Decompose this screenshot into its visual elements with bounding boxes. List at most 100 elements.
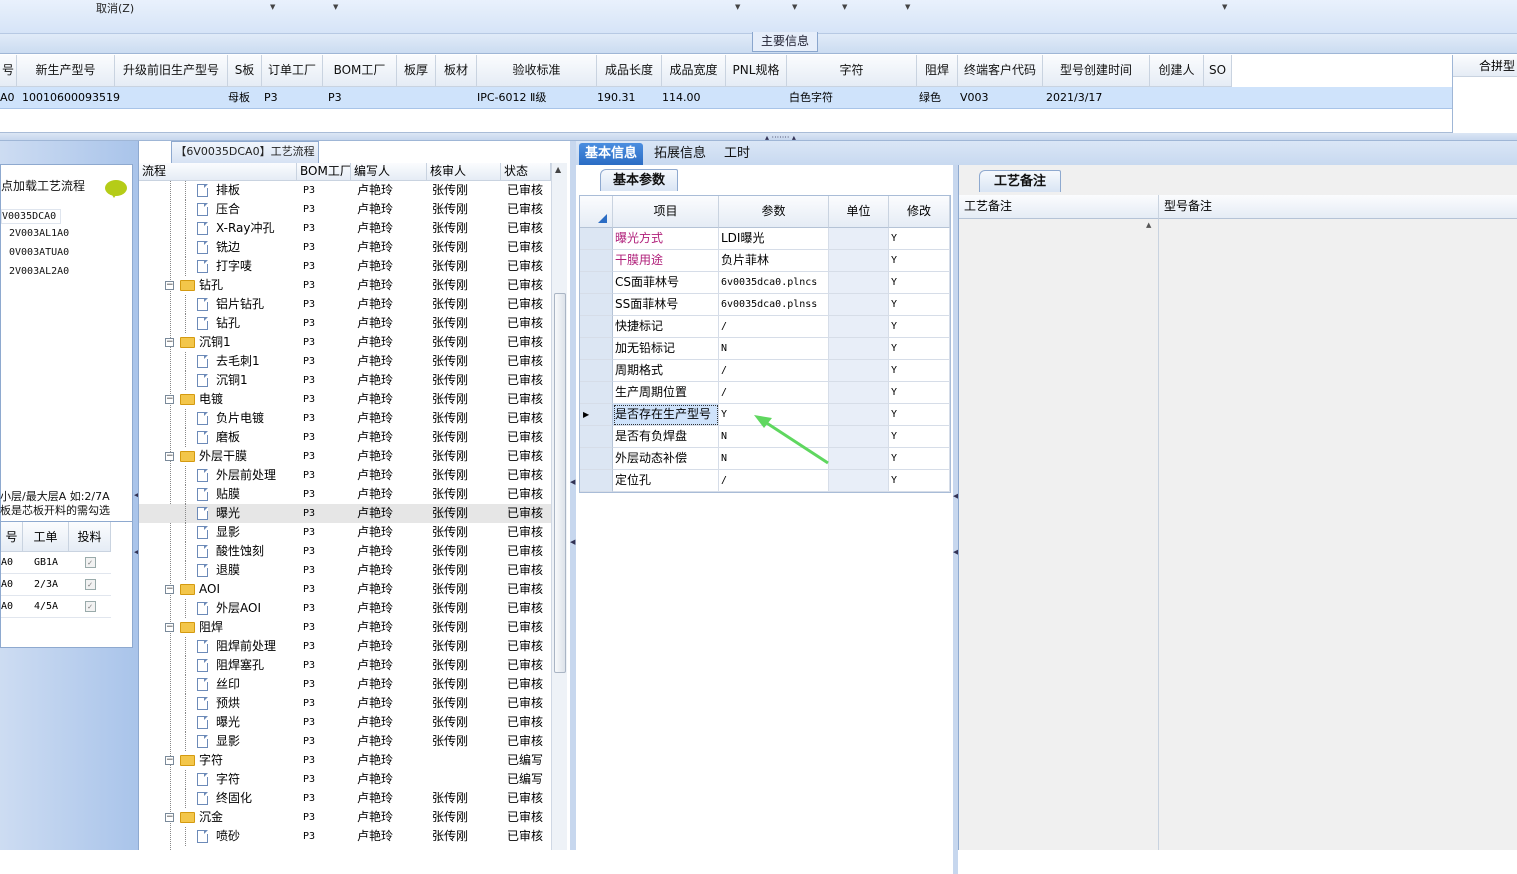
process-name[interactable]: 铣边 (216, 238, 240, 257)
process-name[interactable]: 曝光 (216, 504, 240, 523)
process-name[interactable]: 沉金 (199, 808, 223, 827)
unit-cell[interactable] (829, 250, 889, 272)
col-width-header[interactable]: 成品宽度 (662, 55, 726, 87)
collapse-icon[interactable]: − (165, 756, 174, 765)
checkbox[interactable]: ✓ (84, 600, 96, 612)
param-cell[interactable]: N (719, 338, 829, 360)
unit-cell[interactable] (829, 360, 889, 382)
col-creator-header[interactable]: 创建人 (1150, 55, 1204, 87)
unit-cell[interactable] (829, 228, 889, 250)
table-row[interactable]: 阻焊塞孔 P3 卢艳玲 张传刚 已审核 (139, 656, 551, 675)
dropdown-arrow-icon[interactable]: ▼ (792, 3, 797, 11)
chat-bubble-icon[interactable] (105, 180, 127, 198)
load-process-title[interactable]: 点加载工艺流程 (1, 177, 85, 194)
modify-cell[interactable]: Y (889, 250, 950, 272)
list-item[interactable]: 2V003AL2A0 (9, 266, 69, 277)
col-writer-header[interactable]: 编写人 (351, 163, 427, 181)
table-row[interactable]: 阻焊前处理 P3 卢艳玲 张传刚 已审核 (139, 637, 551, 656)
tab-extended-info[interactable]: 拓展信息 (648, 143, 712, 165)
process-name[interactable]: 压合 (216, 200, 240, 219)
table-row[interactable]: 喷砂 P3 卢艳玲 张传刚 已审核 (139, 827, 551, 846)
col-so-header[interactable]: SO (1204, 55, 1232, 87)
table-row[interactable]: 快捷标记 / Y (580, 316, 952, 338)
table-row[interactable]: 沉铜1 P3 卢艳玲 张传刚 已审核 (139, 371, 551, 390)
table-row[interactable]: 贴膜 P3 卢艳玲 张传刚 已审核 (139, 485, 551, 504)
col-new-model-header[interactable]: 新生产型号 (17, 55, 115, 87)
table-row[interactable] (0, 87, 1452, 109)
param-cell[interactable]: 6v0035dca0.plnss (719, 294, 829, 316)
table-row[interactable]: 丝印 P3 卢艳玲 张传刚 已审核 (139, 675, 551, 694)
checkbox[interactable]: ✓ (84, 556, 96, 568)
table-row[interactable]: X-Ray冲孔 P3 卢艳玲 张传刚 已审核 (139, 219, 551, 238)
table-row[interactable]: 压合 P3 卢艳玲 张传刚 已审核 (139, 200, 551, 219)
table-row[interactable]: 铣边 P3 卢艳玲 张传刚 已审核 (139, 238, 551, 257)
main-info-tab[interactable]: 主要信息 (752, 32, 818, 52)
dropdown-arrow-icon[interactable]: ▼ (270, 3, 275, 11)
list-item[interactable]: 2V003AL1A0 (9, 228, 69, 239)
table-row[interactable]: − 阻焊 P3 卢艳玲 张传刚 已审核 (139, 618, 551, 637)
item-cell[interactable]: 周期格式 (613, 360, 719, 382)
process-name[interactable]: 显影 (216, 523, 240, 542)
process-name[interactable]: 排板 (216, 181, 240, 200)
col-char-header[interactable]: 字符 (787, 55, 917, 87)
process-name[interactable]: 显影 (216, 732, 240, 751)
item-cell[interactable]: 干膜用途 (613, 250, 719, 272)
table-row[interactable]: − 钻孔 P3 卢艳玲 张传刚 已审核 (139, 276, 551, 295)
col-created-header[interactable]: 型号创建时间 (1043, 55, 1150, 87)
process-name[interactable]: 外层前处理 (216, 466, 276, 485)
process-name[interactable]: 钻孔 (216, 314, 240, 333)
grid-header[interactable]: 号 (1, 522, 23, 552)
table-row[interactable]: 铝片钻孔 P3 卢艳玲 张传刚 已审核 (139, 295, 551, 314)
collapse-icon[interactable]: − (165, 813, 174, 822)
modify-cell[interactable]: Y (889, 360, 950, 382)
table-row[interactable]: 曝光方式 LDI曝光 Y (580, 228, 952, 250)
process-name[interactable]: 预烘 (216, 694, 240, 713)
col-modify-header[interactable]: 修改 (889, 196, 950, 228)
process-name[interactable]: 沉铜1 (199, 333, 231, 352)
process-name[interactable]: 贴膜 (216, 485, 240, 504)
col-no-header[interactable]: 号 (0, 55, 17, 87)
param-cell[interactable]: 负片菲林 (719, 250, 829, 272)
process-name[interactable]: 负片电镀 (216, 409, 264, 428)
col-reviewer-header[interactable]: 核审人 (427, 163, 501, 181)
table-row[interactable]: CS面菲林号 6v0035dca0.plncs Y (580, 272, 952, 294)
tab-basic-info[interactable]: 基本信息 (579, 143, 644, 165)
list-item[interactable]: V0035DCA0 (1, 209, 62, 224)
unit-cell[interactable] (829, 316, 889, 338)
list-item[interactable]: 0V003ATUA0 (9, 247, 69, 258)
tab-work-hours[interactable]: 工时 (718, 143, 756, 165)
collapse-icon[interactable]: − (165, 623, 174, 632)
tab-basic-params[interactable]: 基本参数 (600, 169, 678, 191)
table-row[interactable]: 字符 P3 卢艳玲 已编写 (139, 770, 551, 789)
param-cell[interactable]: / (719, 470, 829, 492)
table-row[interactable]: 钻孔 P3 卢艳玲 张传刚 已审核 (139, 314, 551, 333)
table-row[interactable]: 加无铅标记 N Y (580, 338, 952, 360)
collapse-icon[interactable]: − (165, 395, 174, 404)
col-bom-factory-header[interactable]: BOM工厂 (297, 163, 351, 181)
col-unit-header[interactable]: 单位 (829, 196, 889, 228)
unit-cell[interactable] (829, 338, 889, 360)
table-row[interactable]: 显影 P3 卢艳玲 张传刚 已审核 (139, 523, 551, 542)
grid-header[interactable]: 工单 (23, 522, 69, 552)
scroll-up-icon[interactable]: ▲ (1146, 221, 1151, 229)
process-name[interactable]: 电镀 (199, 390, 223, 409)
process-name[interactable]: 曝光 (216, 713, 240, 732)
process-name[interactable]: 去毛刺1 (216, 352, 260, 371)
col-mask-header[interactable]: 阻焊 (917, 55, 958, 87)
process-name[interactable]: 阻焊 (199, 618, 223, 637)
modify-cell[interactable]: Y (889, 448, 950, 470)
process-tab[interactable]: 【6V0035DCA0】工艺流程 (171, 141, 319, 163)
col-pnl-header[interactable]: PNL规格 (726, 55, 787, 87)
col-param-header[interactable]: 参数 (719, 196, 829, 228)
table-row[interactable]: 定位孔 / Y (580, 470, 952, 492)
modify-cell[interactable]: Y (889, 228, 950, 250)
col-thickness-header[interactable]: 板厚 (397, 55, 436, 87)
unit-cell[interactable] (829, 294, 889, 316)
process-name[interactable]: 打字唛 (216, 257, 252, 276)
scroll-up-icon[interactable]: ▲ (555, 165, 561, 174)
table-row[interactable]: − 外层干膜 P3 卢艳玲 张传刚 已审核 (139, 447, 551, 466)
table-row[interactable]: 退膜 P3 卢艳玲 张传刚 已审核 (139, 561, 551, 580)
table-row[interactable]: 磨板 P3 卢艳玲 张传刚 已审核 (139, 428, 551, 447)
process-name[interactable]: 酸性蚀刻 (216, 542, 264, 561)
collapse-icon[interactable]: − (165, 338, 174, 347)
